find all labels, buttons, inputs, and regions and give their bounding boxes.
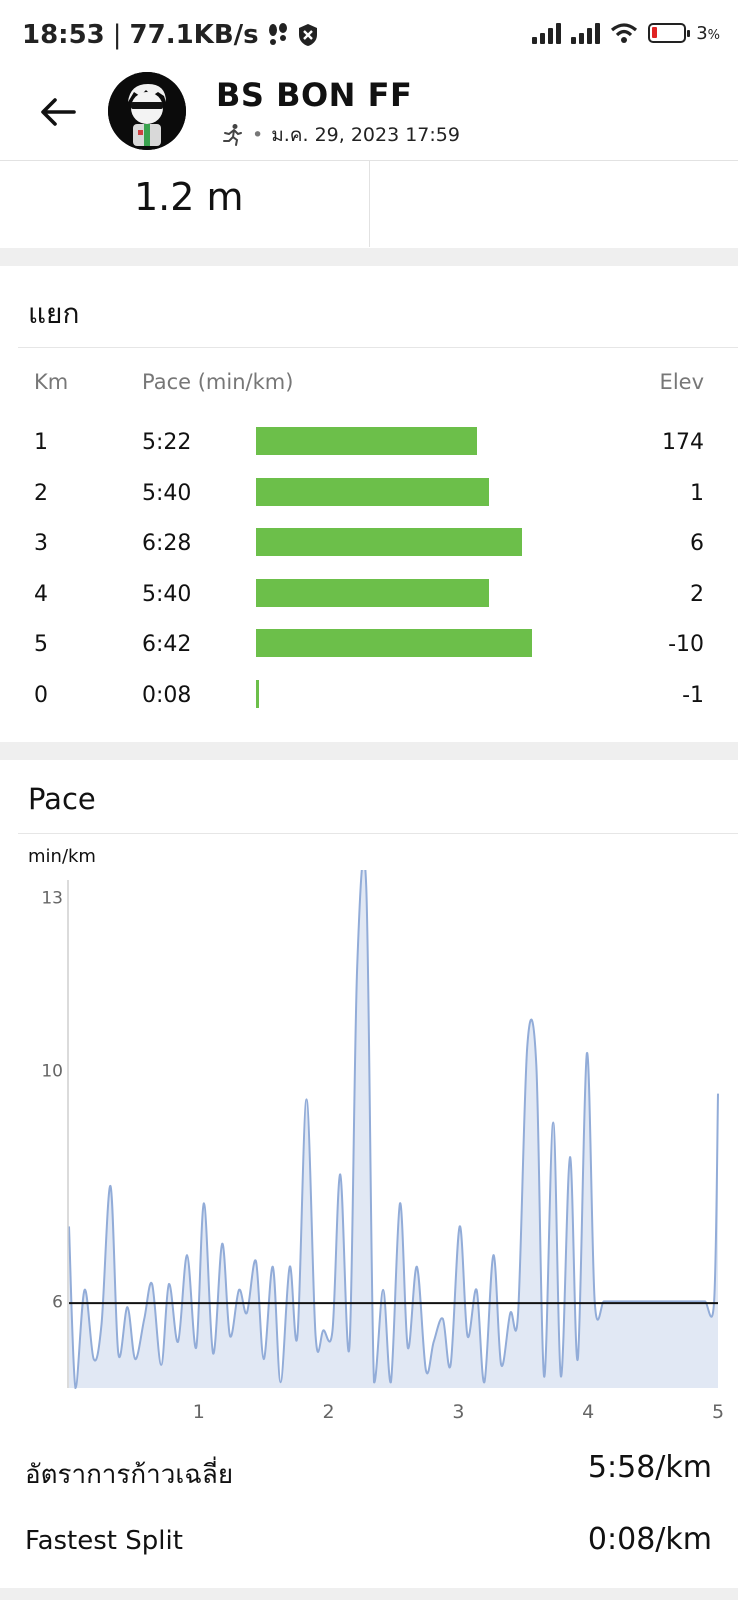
split-elev: -10 [668,632,704,657]
summary-value: 5:58/km [587,1450,712,1485]
avatar[interactable] [108,72,186,150]
summary-row: อัตราการก้าวเฉลี่ย 5:58/km [0,1448,738,1498]
meta-dot: • [252,124,264,146]
split-pace: 6:28 [142,531,192,556]
split-km: 4 [34,581,48,607]
section-gap-2 [0,742,738,760]
split-pace-bar [256,477,490,506]
split-row: 1 5:22 174 [0,424,738,464]
summary-label: อัตราการก้าวเฉลี่ย [25,1460,234,1490]
stat-summary: 1.2 m [0,161,738,247]
activity-meta: • ม.ค. 29, 2023 17:59 [220,120,460,150]
split-pace: 5:40 [142,581,192,607]
section-gap [0,248,738,266]
activity-date: ม.ค. 29, 2023 17:59 [271,124,460,146]
split-elev: 2 [690,581,704,607]
running-person-icon [223,124,242,146]
y-tick-label: 13 [41,888,63,908]
arrow-left-icon [41,98,76,126]
split-pace-bar [256,629,532,657]
status-separator: | [112,20,122,50]
x-tick-label: 4 [582,1401,594,1423]
split-pace: 5:40 [142,480,192,506]
summary-value: 0:08/km [587,1522,712,1557]
athlete-name[interactable]: BS BON FF [216,76,412,114]
back-button[interactable] [36,90,80,134]
status-time: 18:53 [22,20,105,50]
col-header-elev: Elev [659,370,704,394]
y-tick-label: 6 [52,1292,63,1312]
split-row: 2 5:40 1 [0,475,738,515]
x-tick-label: 2 [323,1401,335,1423]
split-elev: 6 [690,531,704,556]
pace-title: Pace [28,782,96,816]
split-elev: 174 [662,430,704,455]
split-pace: 5:22 [142,430,192,455]
signal-strength-icon [532,22,562,44]
split-elev: -1 [682,682,704,708]
split-km: 3 [34,531,48,556]
x-tick-label: 5 [712,1401,724,1423]
split-pace: 6:42 [142,632,192,657]
y-tick-label: 10 [41,1062,63,1082]
signal-strength-icon-2 [571,22,601,44]
split-row: 5 6:42 -10 [0,626,738,666]
footsteps-icon [267,23,289,47]
split-pace-bar [256,578,490,607]
split-pace-bar [256,679,260,708]
split-pace: 0:08 [142,682,192,708]
split-row: 4 5:40 2 [0,576,738,616]
wifi-icon [610,22,638,44]
status-right: 3% [532,22,720,44]
split-pace-bar [256,528,523,556]
summary-label: Fastest Split [25,1526,183,1556]
split-row: 3 6:28 6 [0,525,738,565]
stat-value: 1.2 m [134,175,244,219]
status-bar: 18:53 | 77.1KB/s 3% [0,0,738,72]
status-left: 18:53 | 77.1KB/s [22,20,319,50]
pace-chart: 13 10 6 1 2 3 4 5 [41,870,724,1423]
battery-icon [648,23,691,43]
splits-title: แยก [28,297,80,330]
x-tick-label: 3 [452,1401,464,1423]
split-elev: 1 [690,480,704,506]
col-header-pace: Pace (min/km) [142,370,294,394]
split-km: 1 [34,430,48,455]
pace-divider [18,833,738,834]
shield-icon [297,23,319,47]
split-km: 2 [34,480,48,506]
summary-row: Fastest Split 0:08/km [0,1520,738,1570]
splits-divider [18,347,738,348]
pace-unit-label: min/km [28,846,96,867]
split-row: 0 0:08 -1 [0,677,738,717]
bottom-band [0,1588,738,1600]
stat-divider [369,161,370,247]
network-speed: 77.1KB/s [129,20,259,50]
split-km: 0 [34,682,48,708]
split-km: 5 [34,632,48,657]
split-pace-bar [256,427,477,455]
activity-header: BS BON FF • ม.ค. 29, 2023 17:59 [0,72,738,160]
battery-percent: 3% [696,22,720,44]
col-header-km: Km [34,370,69,394]
x-tick-label: 1 [193,1401,205,1423]
